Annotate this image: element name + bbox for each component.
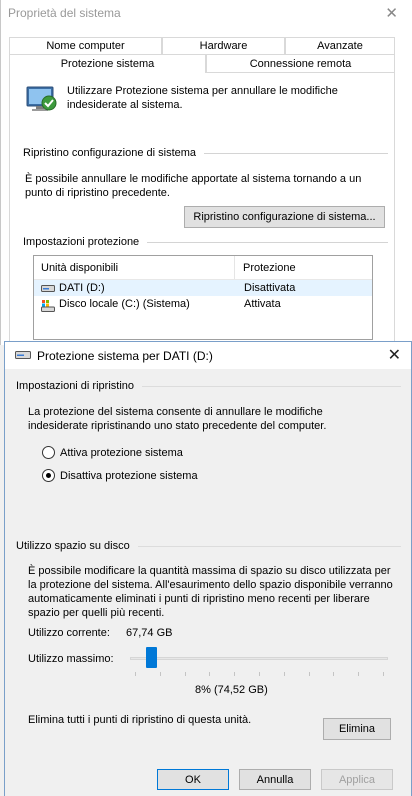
drive-icon bbox=[15, 349, 31, 363]
intro: Utilizzare Protezione sistema per annull… bbox=[25, 84, 357, 114]
delete-text: Elimina tutti i punti di ripristino di q… bbox=[28, 714, 252, 726]
dialog-titlebar: Protezione sistema per DATI (D:) bbox=[5, 342, 411, 369]
column-drives[interactable]: Unità disponibili bbox=[34, 256, 235, 279]
system-protection-icon bbox=[25, 84, 59, 114]
slider-tick bbox=[159, 672, 161, 676]
restore-settings-text: La protezione del sistema consente di an… bbox=[28, 406, 327, 432]
radio-button[interactable] bbox=[42, 446, 55, 459]
disk-usage-text: È possibile modificare la quantità massi… bbox=[28, 565, 393, 619]
radio-disable-protection[interactable]: Disattiva protezione sistema bbox=[42, 469, 198, 482]
disk-usage-label: Utilizzo spazio su disco bbox=[16, 540, 130, 552]
tabs-row-2: Protezione sistema Connessione remota bbox=[9, 54, 395, 73]
intro-text: Utilizzare Protezione sistema per annull… bbox=[67, 85, 338, 111]
restore-text: È possibile annullare le modifiche appor… bbox=[25, 173, 362, 199]
close-icon[interactable]: ✕ bbox=[385, 4, 398, 22]
slider-tick bbox=[283, 672, 285, 676]
current-usage-label: Utilizzo corrente: bbox=[28, 627, 110, 639]
radio-enable-protection[interactable]: Attiva protezione sistema bbox=[42, 446, 183, 459]
disk-usage-group: Utilizzo spazio su disco bbox=[16, 540, 401, 552]
current-usage-value: 67,74 GB bbox=[126, 627, 173, 639]
max-usage-slider-thumb[interactable] bbox=[145, 647, 157, 668]
restore-button[interactable]: Ripristino configurazione di sistema... bbox=[184, 206, 385, 228]
slider-tick bbox=[308, 672, 310, 676]
ok-button[interactable]: OK bbox=[157, 769, 229, 790]
column-protection[interactable]: Protezione bbox=[235, 262, 296, 274]
drives-list[interactable]: Unità disponibili Protezione DATI (D:) D… bbox=[33, 255, 373, 340]
drive-name: DATI (D:) bbox=[59, 282, 105, 294]
drive-name-cell: DATI (D:) bbox=[34, 282, 235, 294]
tab-hardware[interactable]: Hardware bbox=[162, 37, 285, 54]
restore-settings-group: Impostazioni di ripristino bbox=[16, 380, 401, 392]
slider-tick bbox=[135, 672, 136, 676]
slider-tick bbox=[234, 672, 236, 676]
protection-dialog: Protezione sistema per DATI (D:) ✕ Impos… bbox=[4, 341, 412, 796]
tab-remote[interactable]: Connessione remota bbox=[206, 54, 395, 72]
restore-settings-label: Impostazioni di ripristino bbox=[16, 380, 134, 392]
close-icon[interactable]: ✕ bbox=[388, 345, 401, 365]
tab-system-protection[interactable]: Protezione sistema bbox=[9, 54, 206, 73]
tab-computer-name[interactable]: Nome computer bbox=[9, 37, 162, 54]
list-item[interactable]: DATI (D:) Disattivata bbox=[34, 280, 372, 296]
settings-heading: Impostazioni protezione bbox=[23, 236, 388, 248]
dialog-title: Protezione sistema per DATI (D:) bbox=[37, 348, 213, 363]
list-header: Unità disponibili Protezione bbox=[34, 256, 372, 280]
settings-heading-label: Impostazioni protezione bbox=[23, 236, 140, 248]
drive-status: Attivata bbox=[244, 298, 281, 310]
slider-tick bbox=[209, 672, 211, 676]
drive-status: Disattivata bbox=[244, 282, 296, 294]
tab-advanced[interactable]: Avanzate bbox=[285, 37, 395, 54]
tabs-row-1: Nome computer Hardware Avanzate bbox=[9, 37, 395, 54]
radio-enable-label: Attiva protezione sistema bbox=[60, 446, 183, 459]
cancel-button[interactable]: Annulla bbox=[239, 769, 311, 790]
max-usage-value: 8% (74,52 GB) bbox=[195, 684, 268, 696]
max-usage-slider-track[interactable] bbox=[130, 657, 388, 660]
slider-tick bbox=[333, 672, 335, 676]
system-drive-icon bbox=[41, 299, 55, 312]
system-properties-title: Proprietà del sistema bbox=[8, 6, 121, 20]
restore-heading: Ripristino configurazione di sistema bbox=[23, 147, 388, 159]
delete-button[interactable]: Elimina bbox=[323, 718, 391, 740]
apply-button[interactable]: Applica bbox=[321, 769, 393, 790]
slider-tick bbox=[259, 672, 260, 676]
slider-tick bbox=[184, 672, 186, 676]
restore-heading-label: Ripristino configurazione di sistema bbox=[23, 147, 197, 159]
slider-tick bbox=[358, 672, 360, 676]
max-usage-label: Utilizzo massimo: bbox=[28, 653, 114, 665]
list-item[interactable]: Disco locale (C:) (Sistema) Attivata bbox=[34, 296, 372, 312]
drive-icon bbox=[41, 284, 55, 293]
drive-name-cell: Disco locale (C:) (Sistema) bbox=[34, 298, 235, 312]
slider-tick bbox=[383, 672, 384, 676]
radio-button-selected[interactable] bbox=[42, 469, 55, 482]
radio-disable-label: Disattiva protezione sistema bbox=[60, 469, 198, 482]
drive-name: Disco locale (C:) (Sistema) bbox=[59, 298, 190, 310]
system-properties-window: Proprietà del sistema ✕ Nome computer Ha… bbox=[0, 0, 412, 345]
